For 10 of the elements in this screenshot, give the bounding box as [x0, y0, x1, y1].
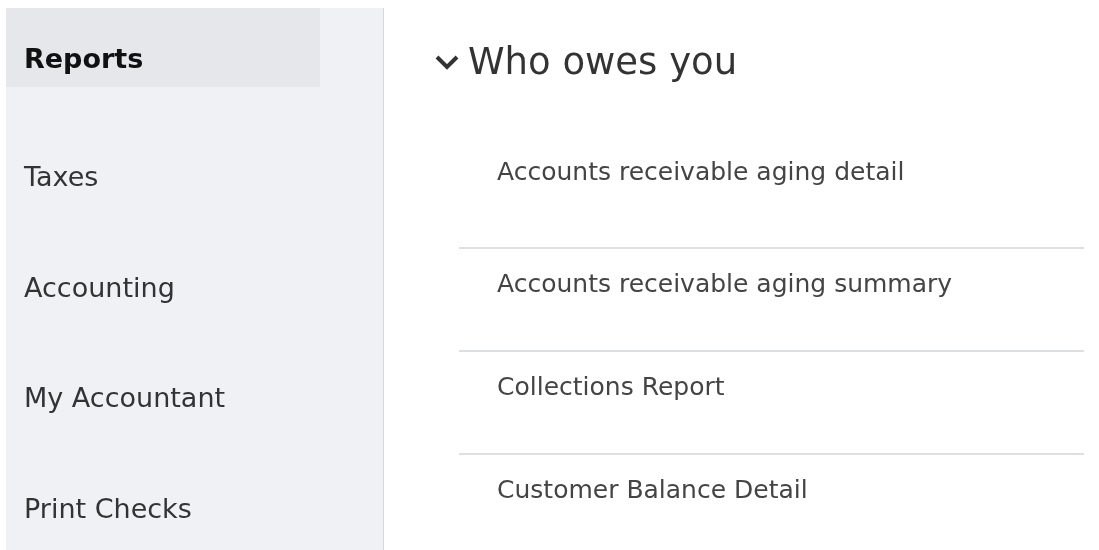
report-link[interactable]: Customer Balance Detail [459, 455, 1084, 550]
sidebar-item[interactable]: Taxes [6, 107, 320, 218]
report-link[interactable]: Collections Report [459, 352, 1084, 455]
section-title: Who owes you [468, 40, 738, 83]
report-link[interactable]: Accounts receivable aging detail [459, 152, 1084, 249]
sidebar-item[interactable]: Print Checks [6, 439, 320, 550]
sidebar-item[interactable]: Accounting [6, 217, 320, 329]
sidebar-item[interactable]: My Accountant [6, 328, 320, 440]
report-link[interactable]: Accounts receivable aging summary [459, 249, 1084, 352]
sidebar-item[interactable]: Reports [6, 8, 320, 87]
